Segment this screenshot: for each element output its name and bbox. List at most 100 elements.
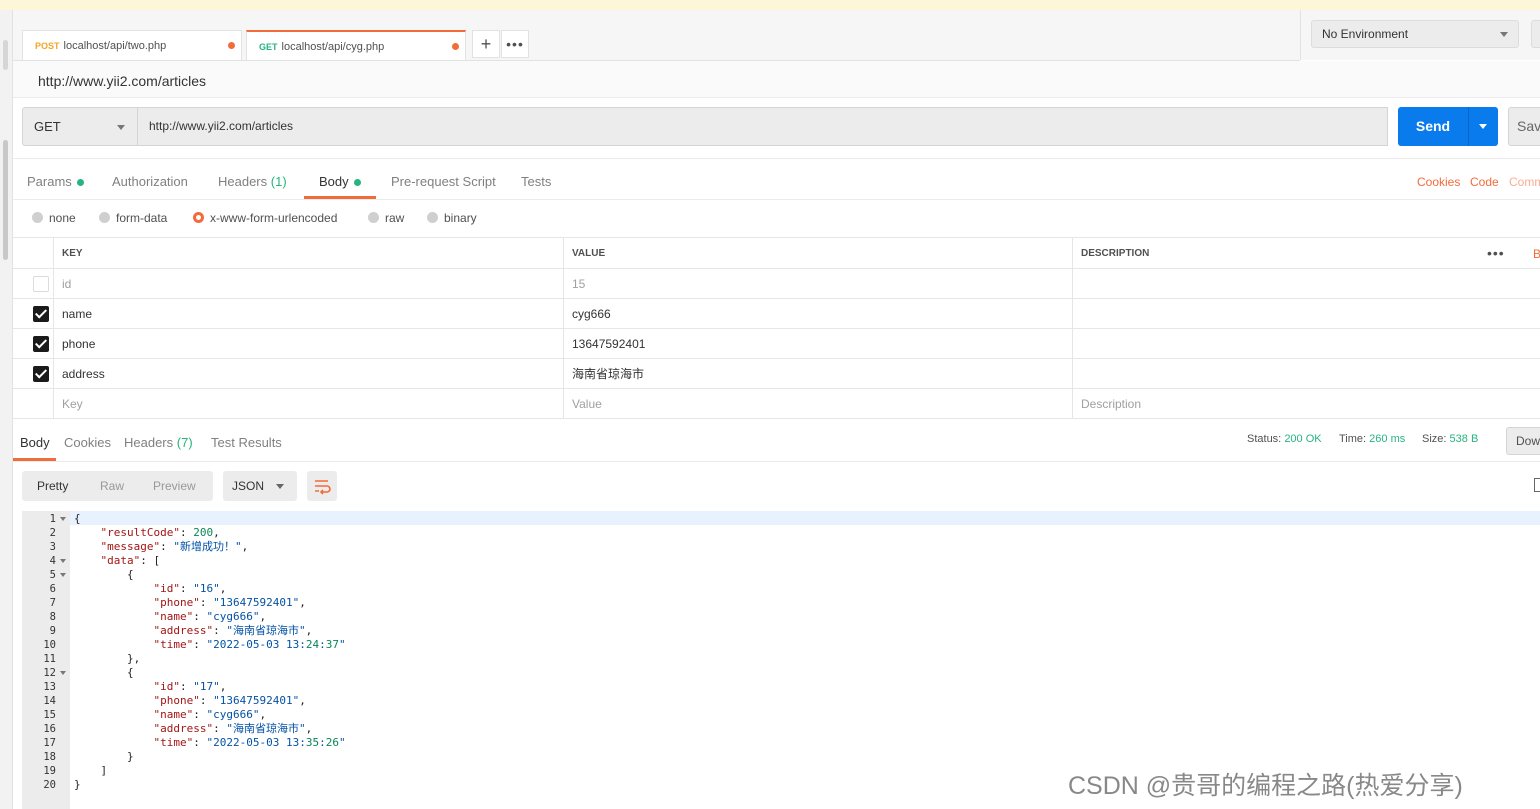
- value-cell[interactable]: 15: [564, 269, 1073, 298]
- view-raw-button[interactable]: Raw: [100, 479, 124, 493]
- more-tabs-icon[interactable]: •••: [501, 30, 529, 58]
- tab-body[interactable]: Body: [319, 174, 361, 189]
- fold-toggle-icon[interactable]: [60, 517, 66, 521]
- response-tab-body[interactable]: Body: [20, 435, 50, 450]
- description-cell[interactable]: [1073, 299, 1540, 328]
- response-tab-headers[interactable]: Headers (7): [124, 435, 193, 450]
- status-dot-icon: [76, 179, 84, 187]
- code-line: {: [74, 512, 81, 525]
- code-line: "id": "16",: [153, 582, 227, 595]
- view-pretty-button[interactable]: Pretty: [37, 479, 68, 493]
- value-input[interactable]: Value: [564, 389, 1073, 418]
- download-button[interactable]: Dow: [1506, 427, 1540, 455]
- tab-params[interactable]: Params: [27, 174, 84, 189]
- radio-label: x-www-form-urlencoded: [210, 211, 338, 225]
- comments-link[interactable]: Comm: [1509, 175, 1540, 189]
- key-cell[interactable]: id: [54, 269, 564, 298]
- row-checkbox-cell: [13, 329, 54, 358]
- response-tab-test-results[interactable]: Test Results: [211, 435, 282, 450]
- table-header-row: KEY VALUE DESCRIPTION ••• B: [13, 237, 1540, 269]
- watermark: CSDN @贵哥的编程之路(热爱分享): [1068, 772, 1463, 800]
- code-line: "name": "cyg666",: [153, 610, 267, 623]
- bulk-edit-link[interactable]: B: [1533, 238, 1540, 270]
- method-select[interactable]: GET: [22, 107, 138, 146]
- checkbox[interactable]: [33, 276, 49, 292]
- chevron-down-icon: [1500, 32, 1508, 37]
- key-input[interactable]: Key: [54, 389, 564, 418]
- key-cell[interactable]: address: [54, 359, 564, 388]
- new-tab-plus-icon[interactable]: +: [472, 30, 500, 58]
- radio-label: raw: [385, 211, 405, 225]
- key-cell[interactable]: name: [54, 299, 564, 328]
- line-number: 15: [43, 709, 56, 721]
- code-line: "time": "2022-05-03 13:35:26": [153, 736, 346, 749]
- send-options-button[interactable]: [1468, 107, 1498, 146]
- tab-headers[interactable]: Headers (1): [218, 174, 287, 189]
- code-link[interactable]: Code: [1470, 175, 1499, 189]
- fold-toggle-icon[interactable]: [60, 671, 66, 675]
- code-line: "phone": "13647592401",: [153, 596, 306, 609]
- radio-x-www-form-urlencoded[interactable]: x-www-form-urlencoded: [193, 211, 337, 225]
- environment-select[interactable]: No Environment: [1311, 20, 1519, 48]
- scroll-thumb[interactable]: [3, 140, 8, 260]
- response-body-editor[interactable]: 1 2 3 4 5 6 7 8 9 10 11 12 13 14 15 16 17 18 19 20 { "resul…: [22, 511, 1540, 809]
- radio-form-data[interactable]: form-data: [99, 211, 167, 225]
- format-select[interactable]: JSON: [223, 471, 297, 501]
- save-button[interactable]: Sav: [1508, 107, 1540, 146]
- top-notification-strip: [0, 0, 1540, 10]
- radio-circle-icon: [99, 212, 110, 223]
- wrap-lines-icon[interactable]: [307, 471, 337, 501]
- checkbox[interactable]: [33, 366, 49, 382]
- cookies-link[interactable]: Cookies: [1417, 175, 1460, 189]
- line-number: 8: [49, 611, 56, 623]
- radio-raw[interactable]: raw: [368, 211, 404, 225]
- radio-binary[interactable]: binary: [427, 211, 477, 225]
- radio-circle-icon: [427, 212, 438, 223]
- chevron-down-icon: [117, 125, 125, 130]
- description-cell[interactable]: [1073, 329, 1540, 358]
- code-line: "address": "海南省琼海市",: [153, 722, 313, 735]
- tab-body-label: Body: [319, 174, 349, 189]
- key-cell[interactable]: phone: [54, 329, 564, 358]
- description-cell[interactable]: [1073, 359, 1540, 388]
- send-button[interactable]: Send: [1398, 107, 1468, 146]
- code-line: ]: [74, 764, 108, 777]
- tab-prerequest-script[interactable]: Pre-request Script: [391, 174, 496, 189]
- tab-post-two[interactable]: POST localhost/api/two.php: [22, 30, 242, 60]
- active-tab-indicator: [13, 458, 56, 461]
- description-cell[interactable]: [1073, 269, 1540, 298]
- fold-toggle-icon[interactable]: [60, 559, 66, 563]
- size-label: Size:: [1422, 433, 1447, 445]
- line-number: 19: [43, 765, 56, 777]
- fold-toggle-icon[interactable]: [60, 573, 66, 577]
- tab-authorization[interactable]: Authorization: [112, 174, 188, 189]
- response-tab-headers-label: Headers: [124, 435, 174, 450]
- tab-get-cyg[interactable]: GET localhost/api/cyg.php: [246, 30, 466, 60]
- description-input[interactable]: Description: [1073, 389, 1540, 418]
- status-readout: Status: 200 OK: [1247, 433, 1322, 445]
- line-number: 10: [43, 639, 56, 651]
- checkbox[interactable]: [33, 336, 49, 352]
- value-cell[interactable]: cyg666: [564, 299, 1073, 328]
- scroll-thumb-top[interactable]: [3, 40, 8, 70]
- description-column-header: DESCRIPTION: [1081, 248, 1150, 259]
- radio-none[interactable]: none: [32, 211, 76, 225]
- line-number: 11: [43, 653, 56, 665]
- line-number: 18: [43, 751, 56, 763]
- radio-circle-icon: [32, 212, 43, 223]
- more-options-icon[interactable]: •••: [1487, 238, 1505, 268]
- value-cell[interactable]: 13647592401: [564, 329, 1073, 358]
- copy-icon[interactable]: [1534, 478, 1540, 492]
- size-readout: Size: 538 B: [1422, 433, 1478, 445]
- value-cell[interactable]: 海南省琼海市: [564, 359, 1073, 388]
- left-scrollbar[interactable]: [0, 10, 13, 809]
- environment-quick-look-button[interactable]: [1531, 20, 1540, 48]
- tab-tests[interactable]: Tests: [521, 174, 551, 189]
- response-tab-cookies[interactable]: Cookies: [64, 435, 111, 450]
- view-preview-button[interactable]: Preview: [153, 479, 196, 493]
- checkbox[interactable]: [33, 306, 49, 322]
- code-line: },: [74, 652, 141, 665]
- url-input[interactable]: http://www.yii2.com/articles: [138, 107, 1388, 146]
- tab-params-label: Params: [27, 174, 72, 189]
- table-row: id 15: [13, 269, 1540, 299]
